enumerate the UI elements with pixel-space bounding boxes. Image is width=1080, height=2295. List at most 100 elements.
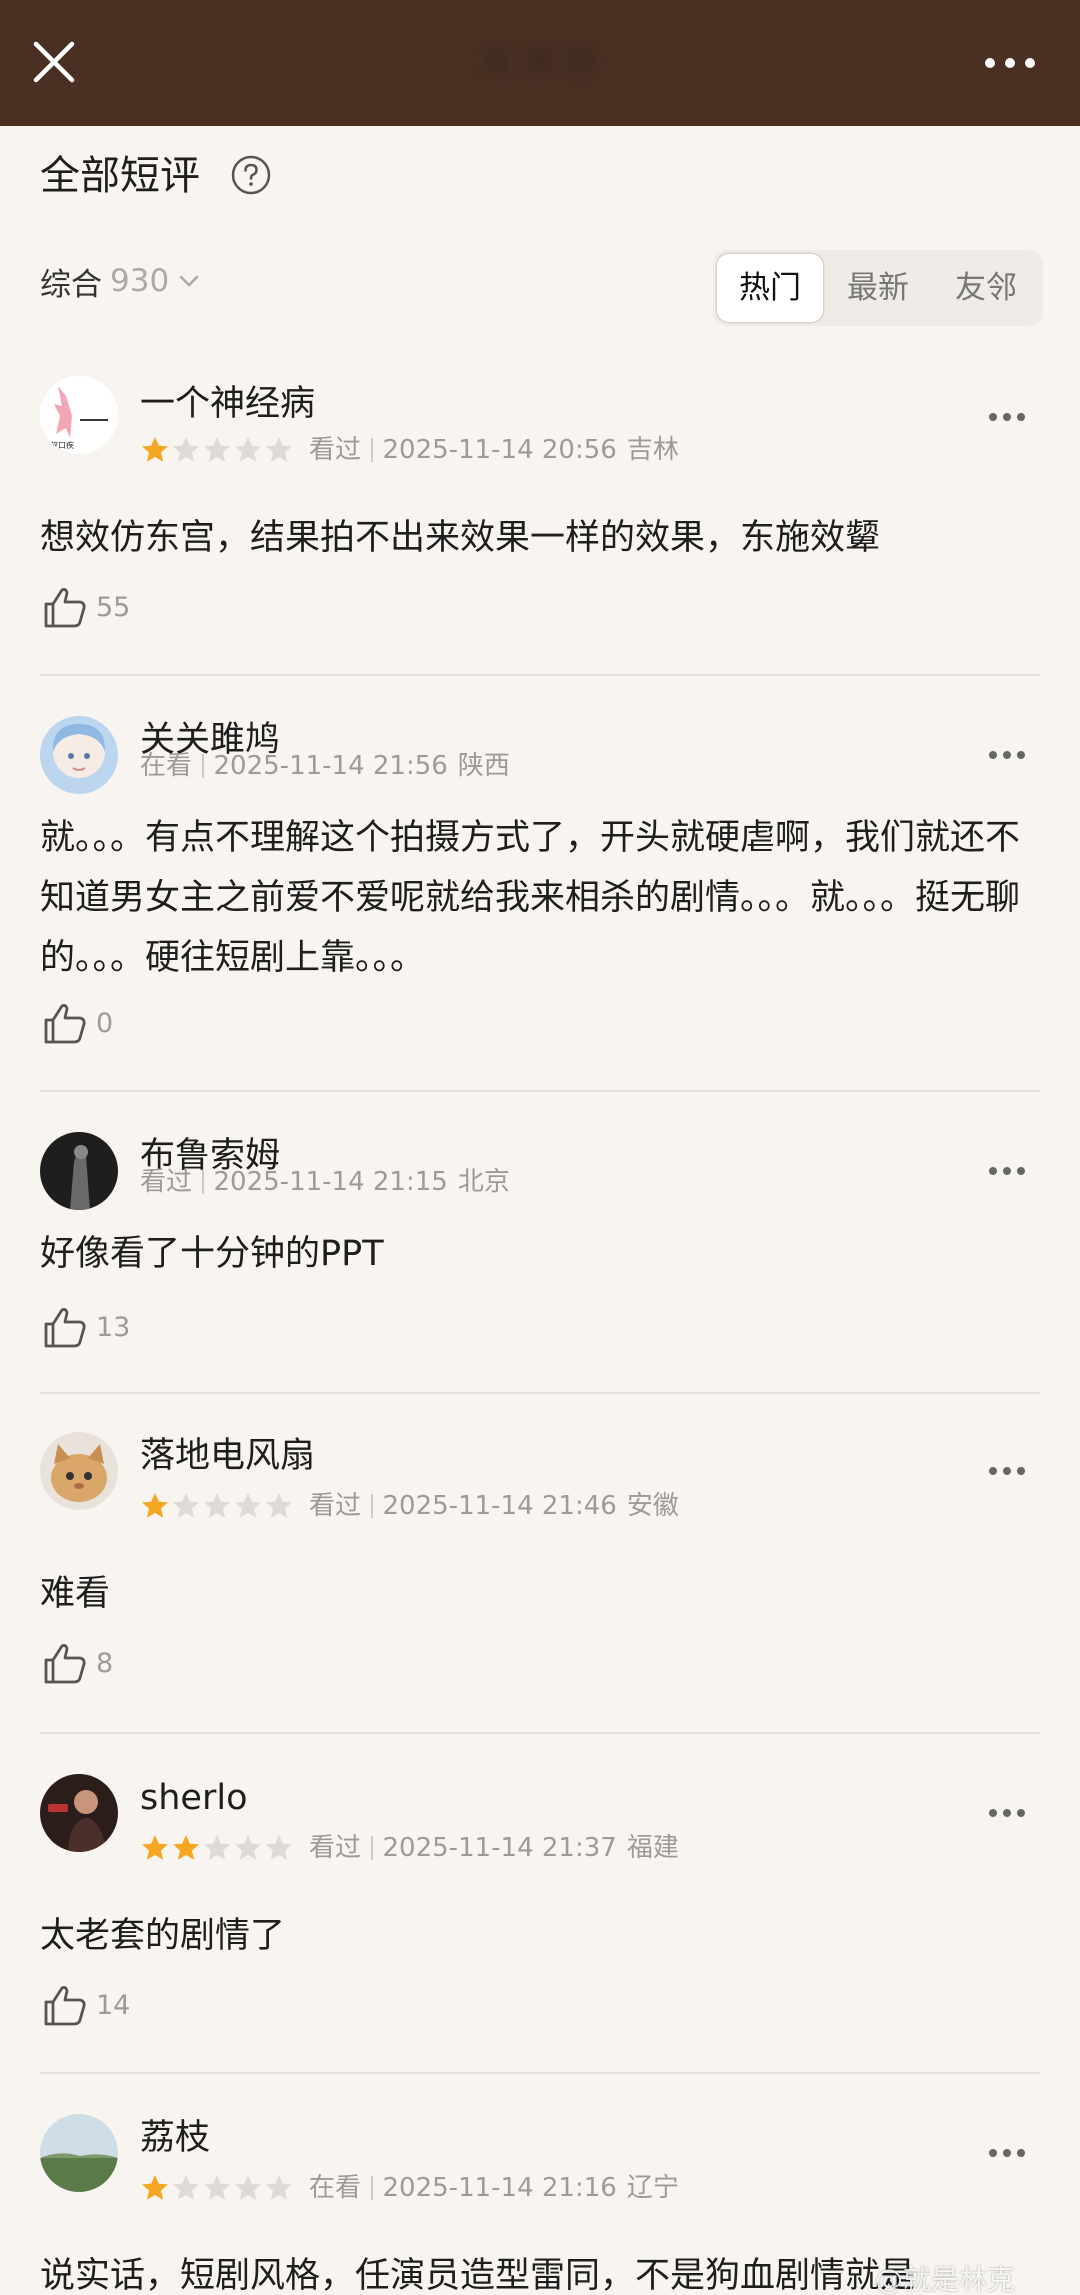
thumbs-up-icon bbox=[44, 1986, 86, 2026]
like-count: 0 bbox=[96, 1007, 114, 1039]
watch-status: 看过 bbox=[309, 1833, 362, 1863]
page-title: 某某剧 bbox=[476, 41, 603, 85]
review-time: 2025-11-14 20:56 bbox=[382, 435, 617, 465]
username[interactable]: sherlo bbox=[140, 1774, 247, 1822]
divider bbox=[371, 1494, 373, 1518]
avatar[interactable] bbox=[40, 1132, 118, 1210]
like-button[interactable]: 8 bbox=[40, 1638, 113, 1688]
star-rating bbox=[140, 1491, 295, 1521]
review-meta: 看过 2025-11-14 21:15 北京 bbox=[140, 1164, 510, 1200]
more-options-button[interactable] bbox=[970, 38, 1050, 88]
star-empty-icon bbox=[173, 1493, 199, 1518]
tab-latest[interactable]: 最新 bbox=[825, 254, 931, 322]
chevron-down-icon bbox=[179, 275, 199, 287]
star-empty-icon bbox=[266, 1493, 292, 1518]
review-more-button[interactable] bbox=[980, 2138, 1034, 2168]
review-location: 安徽 bbox=[626, 1491, 679, 1521]
divider bbox=[40, 1732, 1040, 1734]
username[interactable]: 荔枝 bbox=[140, 2114, 210, 2162]
review-location: 福建 bbox=[626, 1833, 679, 1863]
divider bbox=[40, 674, 1040, 676]
star-filled-icon bbox=[142, 1493, 168, 1518]
divider bbox=[371, 1836, 373, 1860]
username[interactable]: 落地电风扇 bbox=[140, 1432, 315, 1480]
avatar[interactable] bbox=[40, 1774, 118, 1852]
divider bbox=[40, 1392, 1040, 1394]
avatar[interactable]: 叔口疾 bbox=[40, 376, 118, 454]
divider bbox=[202, 754, 204, 778]
review-meta: 看过 2025-11-14 20:56 吉林 bbox=[140, 432, 679, 468]
page: 某某剧 全部短评 综合 930 热门 最新 友邻 叔口疾 一个神经病 看过 20… bbox=[0, 0, 1080, 2295]
like-button[interactable]: 0 bbox=[40, 998, 113, 1048]
review-location: 陕西 bbox=[457, 751, 510, 781]
review-time: 2025-11-14 21:37 bbox=[382, 1833, 617, 1863]
review-time: 2025-11-14 21:16 bbox=[382, 2173, 617, 2203]
thumbs-up-icon bbox=[44, 1308, 86, 1348]
review-more-button[interactable] bbox=[980, 1156, 1034, 1186]
sort-label: 综合 bbox=[40, 266, 102, 303]
review-time: 2025-11-14 21:15 bbox=[213, 1167, 448, 1197]
divider bbox=[202, 1170, 204, 1194]
thumbs-up-icon bbox=[44, 1644, 86, 1684]
watch-status: 在看 bbox=[140, 751, 193, 781]
star-empty-icon bbox=[204, 1835, 230, 1860]
star-empty-icon bbox=[266, 1835, 292, 1860]
review-meta: 看过 2025-11-14 21:37 福建 bbox=[140, 1830, 679, 1866]
divider bbox=[371, 2176, 373, 2200]
tab-hot[interactable]: 热门 bbox=[717, 254, 823, 322]
review-text: 太老套的剧情了 bbox=[40, 1916, 286, 1956]
star-empty-icon bbox=[204, 1493, 230, 1518]
divider bbox=[371, 438, 373, 462]
review-time: 2025-11-14 21:46 bbox=[382, 1491, 617, 1521]
star-empty-icon bbox=[266, 437, 292, 462]
like-count: 13 bbox=[96, 1311, 131, 1343]
divider bbox=[40, 2072, 1040, 2074]
review-text: 就。。。有点不理解这个拍摄方式了，开头就硬虐啊，我们就还不知道男女主之前爱不爱呢… bbox=[40, 818, 1021, 978]
review-count: 930 bbox=[110, 263, 170, 299]
like-count: 55 bbox=[96, 591, 131, 623]
review-text: 想效仿东宫，结果拍不出来效果一样的效果，东施效颦 bbox=[40, 518, 881, 558]
review-location: 吉林 bbox=[626, 435, 679, 465]
svg-text:叔口疾: 叔口疾 bbox=[50, 440, 74, 450]
star-empty-icon bbox=[235, 1493, 261, 1518]
star-empty-icon bbox=[235, 2175, 261, 2200]
thumbs-up-icon bbox=[44, 588, 86, 628]
review-meta: 在看 2025-11-14 21:56 陕西 bbox=[140, 748, 510, 784]
like-button[interactable]: 13 bbox=[40, 1302, 130, 1352]
close-button[interactable] bbox=[22, 30, 86, 94]
review-more-button[interactable] bbox=[980, 740, 1034, 770]
more-horizontal-icon bbox=[989, 1467, 1025, 1475]
review-more-button[interactable] bbox=[980, 1798, 1034, 1828]
star-empty-icon bbox=[204, 2175, 230, 2200]
section-title: 全部短评 bbox=[40, 153, 200, 199]
review-text: 难看 bbox=[40, 1574, 111, 1614]
review-more-button[interactable] bbox=[980, 1456, 1034, 1486]
avatar[interactable] bbox=[40, 1432, 118, 1510]
star-filled-icon bbox=[142, 1835, 168, 1860]
like-button[interactable]: 14 bbox=[40, 1980, 130, 2030]
review-meta: 看过 2025-11-14 21:46 安徽 bbox=[140, 1488, 679, 1524]
tab-group: 热门 最新 友邻 bbox=[713, 250, 1043, 326]
star-empty-icon bbox=[173, 2175, 199, 2200]
star-filled-icon bbox=[142, 2175, 168, 2200]
like-button[interactable]: 55 bbox=[40, 582, 130, 632]
star-empty-icon bbox=[235, 1835, 261, 1860]
thumbs-up-icon bbox=[44, 1004, 86, 1044]
avatar[interactable] bbox=[40, 716, 118, 794]
avatar[interactable] bbox=[40, 2114, 118, 2192]
tab-friends[interactable]: 友邻 bbox=[933, 254, 1039, 322]
username[interactable]: 一个神经病 bbox=[140, 380, 315, 428]
star-empty-icon bbox=[204, 437, 230, 462]
star-empty-icon bbox=[235, 437, 261, 462]
more-horizontal-icon bbox=[989, 1167, 1025, 1175]
star-filled-icon bbox=[173, 1835, 199, 1860]
like-count: 14 bbox=[96, 1989, 131, 2021]
watch-status: 看过 bbox=[140, 1167, 193, 1197]
divider bbox=[40, 1090, 1040, 1092]
question-circle-icon[interactable] bbox=[230, 154, 272, 196]
more-horizontal-icon bbox=[989, 2149, 1025, 2157]
review-more-button[interactable] bbox=[980, 402, 1034, 432]
review-location: 辽宁 bbox=[626, 2173, 679, 2203]
watermark: @就是林克 bbox=[875, 2263, 1016, 2295]
sort-dropdown[interactable]: 综合 930 bbox=[40, 256, 201, 306]
